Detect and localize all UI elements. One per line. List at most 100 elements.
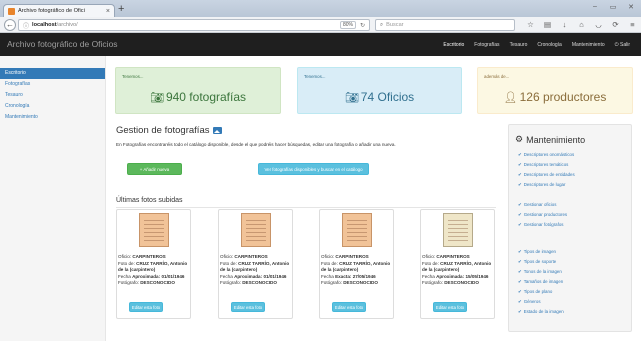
check-icon: ✔ <box>518 269 522 274</box>
app-navbar: Archivo fotográfico de Oficios Escritori… <box>0 33 641 56</box>
photo-thumbnail[interactable] <box>139 213 169 247</box>
link-descriptores-tematicos[interactable]: ✔ Descriptores temáticos <box>518 162 568 168</box>
library-icon[interactable]: ▤ <box>542 19 553 31</box>
card-fecha: 27/05/1946 <box>352 273 376 279</box>
card-foto: CRUZ TARRÍO, Antonio <box>238 260 290 266</box>
sidebar-item-cronologia[interactable]: Cronología <box>0 101 105 112</box>
menu-icon[interactable]: ≡ <box>627 19 638 31</box>
link-gestionar-oficios[interactable]: ✔ Gestionar oficios <box>518 202 556 208</box>
browser-tab-bar: Archivo fotográfico de Ofici × + – ▭ ✕ <box>0 0 641 17</box>
nav-cronologia[interactable]: Cronología <box>532 42 566 48</box>
mantenimiento-title: ⚙ Mantenimiento <box>515 134 586 145</box>
camera-icon: 📷︎ <box>344 92 359 104</box>
link-gestionar-fotografos[interactable]: ✔ Gestionar fotógrafos <box>518 222 563 228</box>
close-window-icon[interactable]: ✕ <box>625 3 637 11</box>
link-tonos-imagen[interactable]: ✔ Tonos de la imagen <box>518 269 562 275</box>
sidebar-item-escritorio[interactable]: Escritorio <box>0 68 105 79</box>
window-controls: – ▭ ✕ <box>589 3 637 11</box>
top-nav: Escritorio Fotografías Tesauro Cronologí… <box>438 33 635 56</box>
card-fotografo: DESCONOCIDO <box>343 280 378 285</box>
card-fecha: 15/05/1946 <box>465 273 489 279</box>
reload-icon[interactable]: ↻ <box>360 22 365 29</box>
card-fotografo: DESCONOCIDO <box>140 280 175 285</box>
check-icon: ✔ <box>518 279 522 284</box>
search-input[interactable]: ⌕ Buscar <box>375 19 515 31</box>
photo-card: Oficio: CARPINTEROS Foto de: CRUZ TARRÍO… <box>319 209 394 319</box>
edit-photo-button[interactable]: Editar esta foto <box>231 302 265 312</box>
favicon-icon <box>8 7 15 15</box>
sidebar-item-mantenimiento[interactable]: Mantenimiento <box>0 112 105 123</box>
section-description: En Fotografías encontraréis todo el catá… <box>116 142 396 147</box>
photo-card: Oficio: CARPINTEROS Foto de: CRUZ TARRÍO… <box>420 209 495 319</box>
section-title-ultimas: Últimas fotos subidas <box>116 197 183 204</box>
edit-photo-button[interactable]: Editar esta foto <box>129 302 163 312</box>
edit-photo-button[interactable]: Editar esta foto <box>332 302 366 312</box>
check-icon: ✔ <box>518 172 522 177</box>
stat-productores: además de... 👤︎ 126 productores <box>477 67 633 114</box>
link-generos[interactable]: ✔ Géneros <box>518 299 541 305</box>
link-descriptores-onomasticos[interactable]: ✔ Descriptores onomásticos <box>518 152 574 158</box>
photo-thumbnail[interactable] <box>443 213 473 247</box>
link-estado-imagen[interactable]: ✔ Estado de la imagen <box>518 309 564 315</box>
tab-title: Archivo fotográfico de Ofici <box>18 8 85 14</box>
zoom-level[interactable]: 80% <box>339 21 356 29</box>
browser-tab[interactable]: Archivo fotográfico de Ofici × <box>3 4 115 17</box>
link-descriptores-entidades[interactable]: ✔ Descriptores de entidades <box>518 172 575 178</box>
card-fecha: 01/01/1946 <box>263 273 287 279</box>
new-tab-button[interactable]: + <box>118 3 124 15</box>
nav-escritorio[interactable]: Escritorio <box>438 42 469 48</box>
stat-hint: Tenemos... <box>122 74 144 79</box>
search-icon: ⌕ <box>380 21 384 28</box>
tab-close-icon[interactable]: × <box>106 8 110 15</box>
brand-title[interactable]: Archivo fotográfico de Oficios <box>7 39 118 49</box>
check-icon: ✔ <box>518 289 522 294</box>
sidebar: Escritorio Fotografías Tesauro Cronologí… <box>0 56 106 341</box>
edit-photo-button[interactable]: Editar esta foto <box>433 302 467 312</box>
link-descriptores-lugar[interactable]: ✔ Descriptores de lugar <box>518 182 565 188</box>
browser-toolbar-icons: ☆ ▤ ↓ ⌂ ◡ ⟳ ≡ <box>525 19 638 31</box>
check-icon: ✔ <box>518 182 522 187</box>
nav-salir[interactable]: ⏻ Salir <box>610 42 635 48</box>
photo-thumbnail[interactable] <box>241 213 271 247</box>
link-tipos-soporte[interactable]: ✔ Tipos de soporte <box>518 259 556 265</box>
browser-nav-bar: ← ⓘ localhost /archivo/ 80% ↻ ⌕ Buscar ☆… <box>0 17 641 33</box>
nav-fotografias[interactable]: Fotografías <box>469 42 504 48</box>
minimize-icon[interactable]: – <box>589 3 601 11</box>
photo-card: Oficio: CARPINTEROS Foto de: CRUZ TARRÍO… <box>218 209 293 319</box>
link-tipos-imagen[interactable]: ✔ Tipos de imagen <box>518 249 556 255</box>
link-tipos-plano[interactable]: ✔ Tipos de plano <box>518 289 552 295</box>
sync-icon[interactable]: ⟳ <box>610 19 621 31</box>
back-icon[interactable]: ← <box>4 19 16 31</box>
card-foto: CRUZ TARRÍO, Antonio <box>339 260 391 266</box>
search-placeholder: Buscar <box>386 22 404 28</box>
bookmark-star-icon[interactable]: ☆ <box>525 19 536 31</box>
home-icon[interactable]: ⌂ <box>576 19 587 31</box>
check-icon: ✔ <box>518 152 522 157</box>
check-icon: ✔ <box>518 309 522 314</box>
sidebar-item-tesauro[interactable]: Tesauro <box>0 90 105 101</box>
nav-tesauro[interactable]: Tesauro <box>505 42 533 48</box>
maximize-icon[interactable]: ▭ <box>607 3 619 11</box>
stat-fotografias: Tenemos... 📷︎ 940 fotografías <box>115 67 281 114</box>
card-oficio: CARPINTEROS <box>234 254 268 259</box>
add-photo-button[interactable]: + Añadir nueva <box>127 163 182 175</box>
divider <box>116 207 496 208</box>
sidebar-item-fotografias[interactable]: Fotografías <box>0 79 105 90</box>
section-title-gestion: Gestion de fotografías <box>116 125 223 136</box>
check-icon: ✔ <box>518 299 522 304</box>
url-bar[interactable]: ⓘ localhost /archivo/ 80% ↻ <box>18 19 370 31</box>
check-icon: ✔ <box>518 162 522 167</box>
download-icon[interactable]: ↓ <box>559 19 570 31</box>
link-tamanos-imagen[interactable]: ✔ Tamaños de imagen <box>518 279 563 285</box>
card-fotografo: DESCONOCIDO <box>242 280 277 285</box>
stat-hint: Tenemos... <box>304 74 326 79</box>
info-icon[interactable]: ⓘ <box>23 21 29 30</box>
link-gestionar-productores[interactable]: ✔ Gestionar productores <box>518 212 567 218</box>
check-icon: ✔ <box>518 222 522 227</box>
view-catalog-button[interactable]: Ver fotografías disponibles y buscar en … <box>258 163 369 175</box>
url-host: localhost <box>32 22 57 28</box>
stat-value: 126 productores <box>519 90 607 104</box>
pocket-icon[interactable]: ◡ <box>593 19 604 31</box>
nav-mantenimiento[interactable]: Mantenimiento <box>567 42 610 48</box>
photo-thumbnail[interactable] <box>342 213 372 247</box>
